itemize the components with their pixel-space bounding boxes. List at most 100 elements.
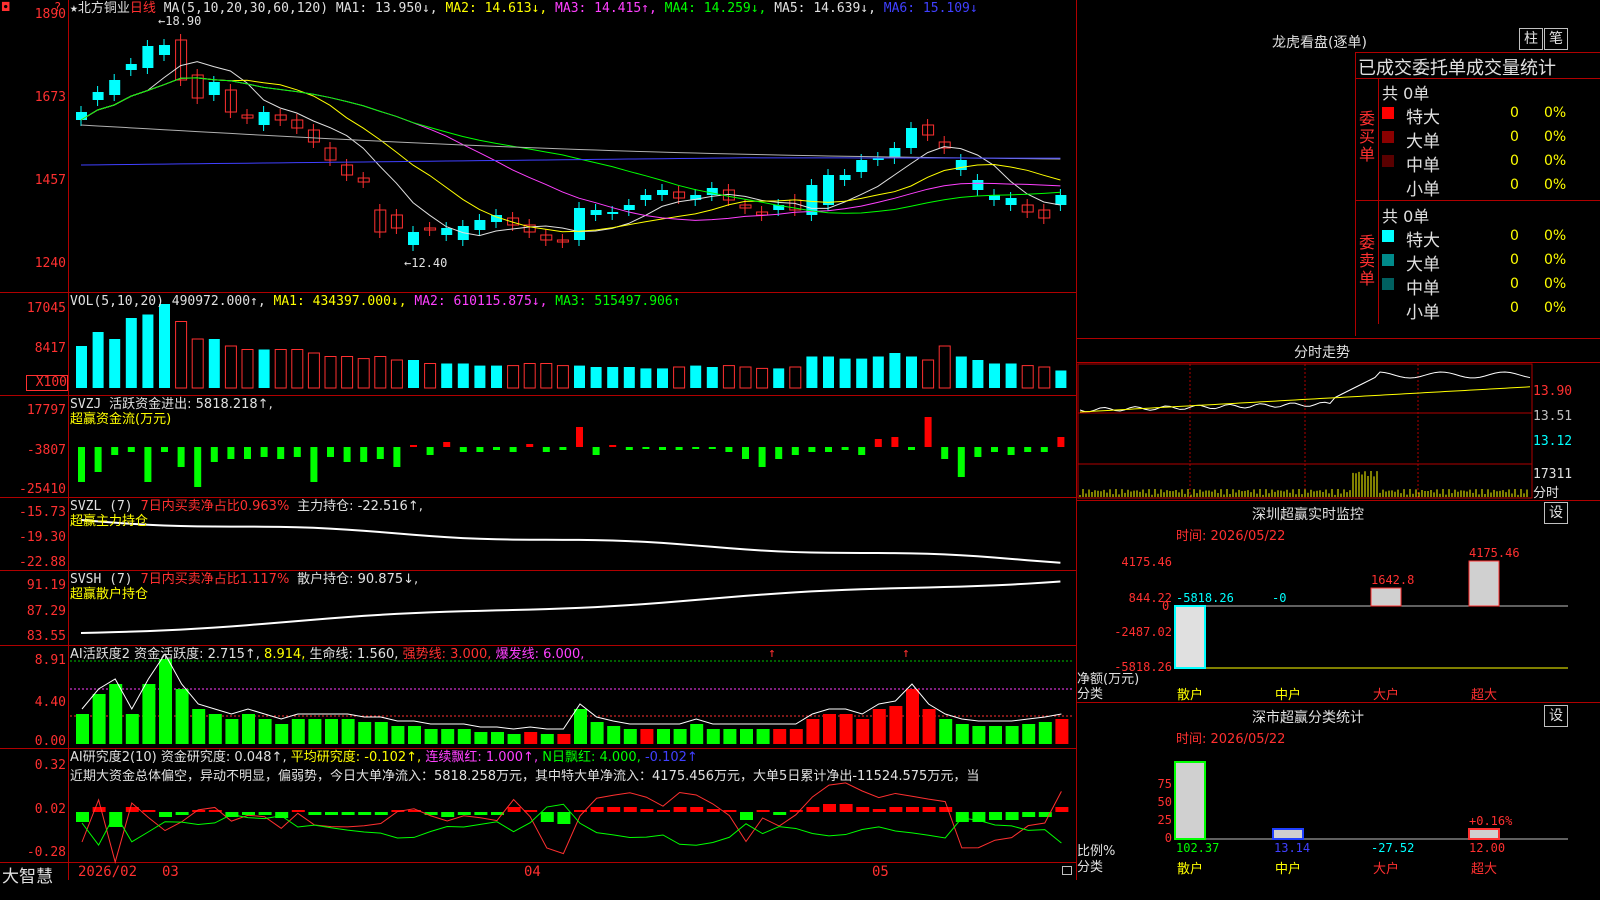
fund-flow-bar [410,445,417,447]
activity-bar [590,722,604,744]
intraday-unit-label: 分时 [1533,486,1560,501]
stats-border [1378,78,1379,324]
intraday-ytick: 13.90 [1533,384,1573,399]
activity-bar [1055,719,1069,744]
volume-bar [823,356,834,388]
volume-bar [390,359,403,389]
row-label: 大单 [1406,132,1440,152]
row-percent: 0% [1544,228,1567,244]
class-ytick: 50 [1157,795,1172,809]
color-swatch [1382,107,1394,119]
kline-header: ★北方铜业日线 MA(5,10,20,30,60,120) MA1: 13.95… [70,1,978,16]
dragon-tiger-title: 龙虎看盘(逐单) [1272,35,1367,51]
vol-ytick: 17045 [26,301,66,316]
svsh-subtitle: 超赢散户持仓 [70,587,149,602]
fund-flow-bar [1007,447,1015,455]
volume-bar [241,349,254,389]
volume-bar [76,346,87,388]
bar-view-button[interactable]: 柱 [1519,28,1543,50]
candle-down [972,180,984,190]
ai2-label: AI研究度2(10) [70,750,157,765]
activity-bar [192,709,206,744]
activity-bar [457,729,471,744]
activity-bar [507,734,521,744]
activity-bar [922,709,936,744]
monitor-bar-dahu [1370,587,1402,607]
tick-view-button[interactable]: 笔 [1544,28,1568,50]
research-bar [640,809,654,812]
monitor-ytick: -2487.02 [1114,625,1172,639]
activity-bar [706,729,720,744]
volume-bar [507,365,520,389]
ai2-header: AI研究度2(10) 资金研究度: 0.048↑, 平均研究度: -0.102↑… [70,750,698,765]
class-settings-button[interactable]: 设 [1544,705,1568,727]
fund-flow-bar [874,439,882,447]
period-label[interactable]: 日线 [130,1,156,16]
row-percent: 0% [1544,129,1567,145]
ai1-signal-arrow: ↑ [768,646,776,661]
research-bar [889,807,903,812]
activity-bar [906,689,919,744]
vol-ma1: MA1: 434397.000↓, [273,294,407,309]
volume-bar [175,321,188,389]
fund-flow-bar [576,427,583,447]
monitor-time: 时间: 2026/05/22 [1176,529,1286,544]
svzj-value: 活跃资金进出: 5818.218↑, [109,397,273,412]
high-marker: ←18.90 [158,14,202,28]
kline-chart[interactable] [0,0,1076,880]
svsh-ytick: 91.19 [26,578,66,593]
research-bar [159,812,172,817]
fund-flow-bar [177,447,185,467]
volume-bar [191,338,204,389]
lock-icon[interactable] [1062,866,1072,875]
research-bar [540,812,554,822]
vol-ma2: MA2: 610115.875↓, [414,294,548,309]
order-stats-title: 已成交委托单成交量统计 [1358,58,1556,79]
research-bar [175,812,189,815]
research-bar [823,804,836,812]
research-bar [507,807,521,812]
vol-unit-button[interactable]: X100 [26,375,68,391]
volume-bar [142,314,154,388]
sell-row: 特大 0 0% [1380,225,1600,251]
row-percent: 0% [1544,177,1567,193]
monitor-zero: 0 [1162,599,1170,613]
activity-bar [424,729,438,744]
activity-bar [474,732,488,744]
activity-bar [325,719,338,744]
intraday-ytick: 13.12 [1533,434,1573,449]
fund-flow-bar [161,447,168,452]
research-bar [1055,807,1069,812]
volume-bar [789,366,802,389]
ai1-strongline: 强势线: 3.000, [402,647,492,662]
color-swatch [1382,155,1394,167]
ai1-activity: 资金活跃度: 2.715↑, [134,647,260,662]
candle-down [1055,195,1067,205]
activity-bar [623,729,637,744]
kline-ytick: 1673 [34,90,66,105]
volume-bar [856,358,868,388]
class-cat: 中户 [1275,862,1302,877]
activity-bar [1005,726,1019,744]
volume-bar [839,358,851,388]
svzj-subtitle: 超赢资金流(万元) [70,412,172,427]
volume-bar [424,363,437,389]
buy-row: 大单 0 0% [1380,126,1600,152]
volume-bar [590,367,602,388]
intraday-border [1076,362,1600,363]
ai2-average: 平均研究度: -0.102↑, [290,750,422,765]
star-icon[interactable]: ★ [70,1,78,16]
research-line [81,782,1062,864]
ai1-value2: 8.914, [264,647,306,662]
research-bar [358,812,372,815]
monitor-settings-button[interactable]: 设 [1544,502,1568,524]
fund-flow-bar [908,447,915,450]
candle-down [142,46,154,68]
activity-bar [839,714,853,744]
fund-flow-bar [708,447,716,449]
kline-ytick: 1240 [34,256,66,271]
research-bar [756,810,770,812]
row-count: 0 [1510,177,1519,193]
candle-down [607,212,619,214]
research-bar [922,807,936,812]
